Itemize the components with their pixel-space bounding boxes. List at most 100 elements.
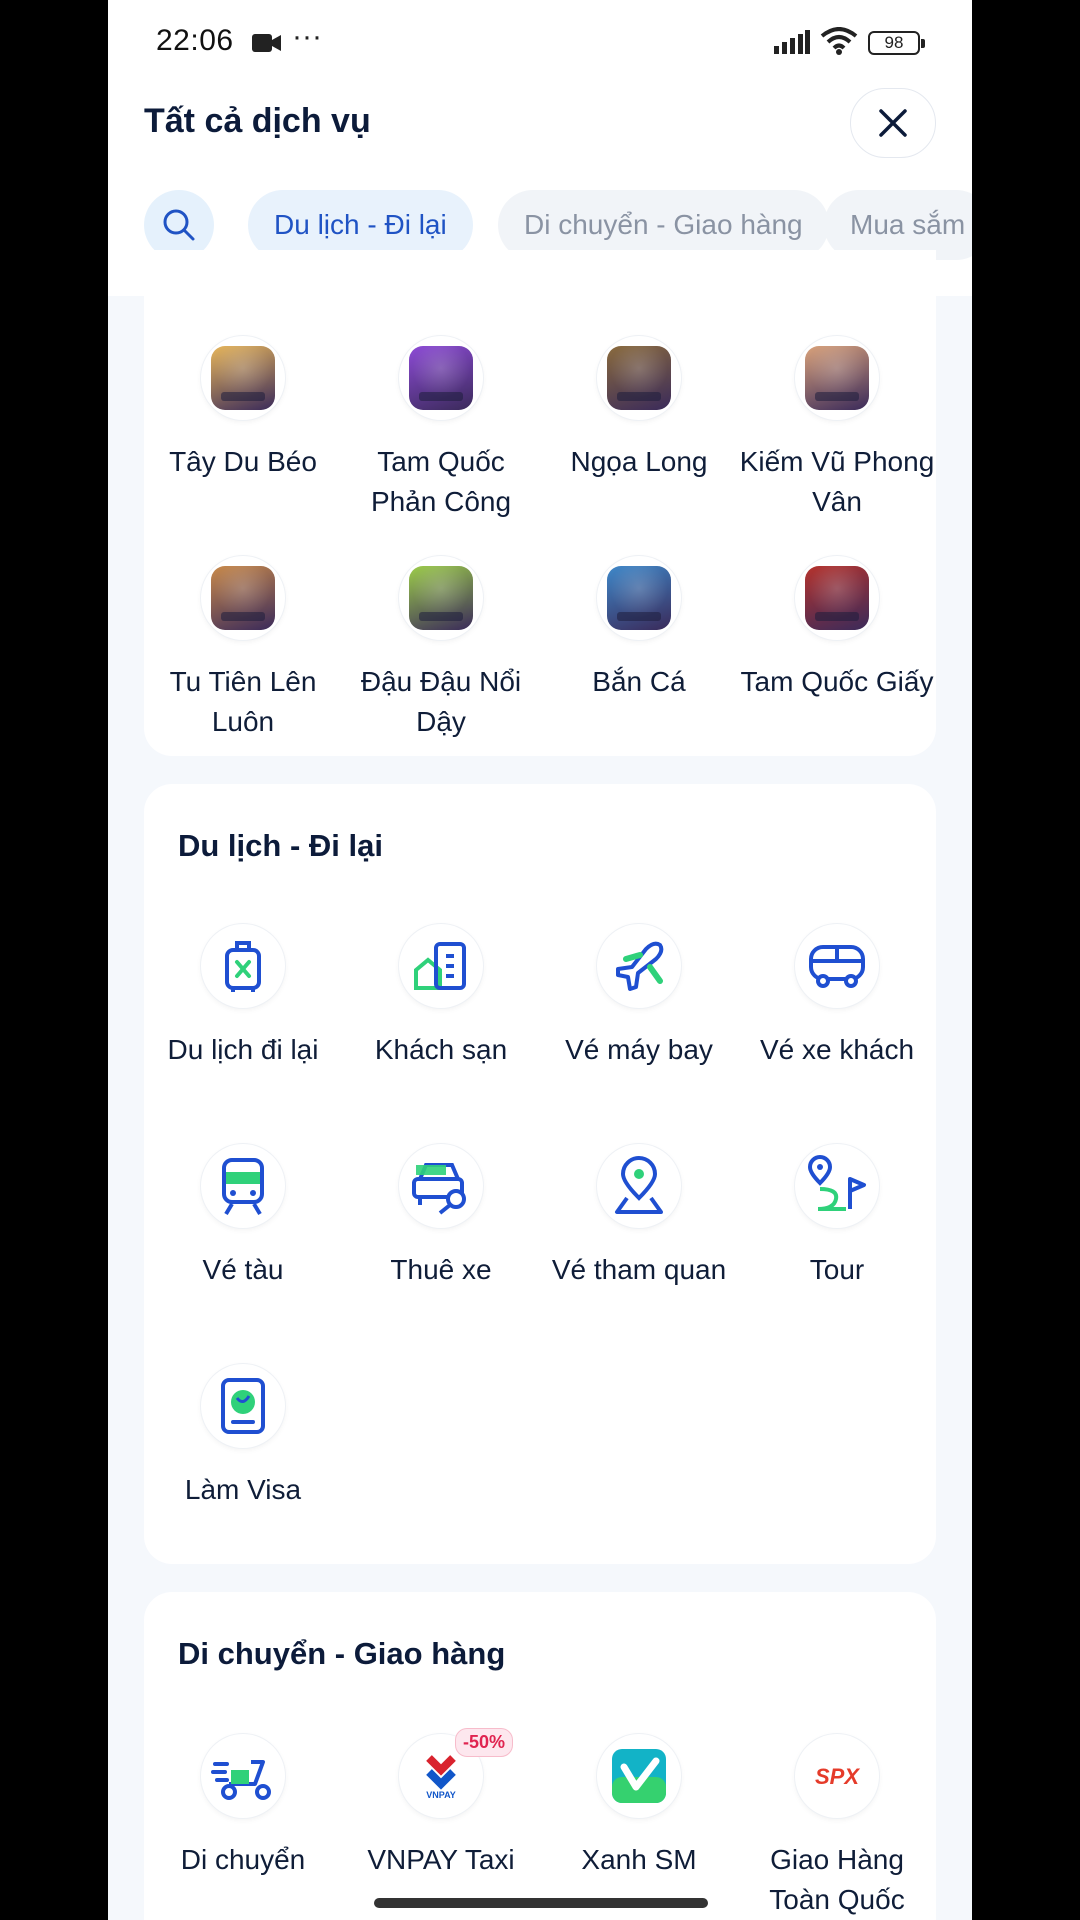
passport-icon <box>217 1376 269 1436</box>
item-label: Vé xe khách <box>759 1034 915 1065</box>
travel-card: Du lịch - Đi lại Du lịch đi lại Khách sạn… <box>144 784 936 1564</box>
spx-logo-text: SPX <box>815 1764 860 1789</box>
service-item-bus[interactable]: Vé xe khách <box>737 924 937 1070</box>
game-ngoa-long-icon <box>607 346 671 410</box>
service-item-spx[interactable]: SPX Giao Hàng Toàn Quốc <box>737 1734 937 1920</box>
tour-route-icon <box>806 1155 868 1217</box>
item-label: Bắn Cá <box>592 666 686 697</box>
spx-logo: SPX <box>807 1756 867 1796</box>
game-item-game-tam-quoc-phan-cong[interactable]: Tam Quốc Phản Công <box>341 336 541 522</box>
item-label: Làm Visa <box>184 1474 302 1505</box>
location-pin-icon <box>613 1156 665 1216</box>
item-label: Vé máy bay <box>565 1034 713 1065</box>
game-item-game-tam-quoc-giay[interactable]: Tam Quốc Giấy <box>737 556 937 702</box>
item-label: Tam Quốc Giấy <box>740 666 934 697</box>
item-label: Ngọa Long <box>570 446 708 477</box>
games-card: Tây Du Béo Tam Quốc Phản Công Ngọa Long Kiế… <box>144 250 936 756</box>
item-label: Đậu Đậu Nổi Dậy <box>360 666 522 737</box>
game-tam-quoc-giay-icon <box>805 566 869 630</box>
service-item-car-rental[interactable]: Thuê xe <box>341 1144 541 1290</box>
item-label: VNPAY Taxi <box>367 1844 515 1875</box>
train-icon-wrap <box>201 1144 285 1228</box>
services-screen: 22:06 ··· 98 Tất cả dịch vụ Du lịch - Đi… <box>108 0 972 1920</box>
status-time: 22:06 <box>156 24 234 57</box>
status-bar: 22:06 ··· 98 <box>108 0 972 86</box>
game-item-game-ban-ca[interactable]: Bắn Cá <box>539 556 739 702</box>
service-item-train[interactable]: Vé tàu <box>143 1144 343 1290</box>
close-icon <box>879 109 907 137</box>
game-item-game-dau-dau-noi-day[interactable]: Đậu Đậu Nổi Dậy <box>341 556 541 742</box>
game-ban-ca-wrap <box>597 556 681 640</box>
section-title-transport: Di chuyển - Giao hàng <box>178 1636 506 1671</box>
discount-badge: -50% <box>454 1728 513 1757</box>
item-label: Vé tham quan <box>551 1254 727 1285</box>
item-label: Tây Du Béo <box>169 446 317 477</box>
service-item-scooter[interactable]: Di chuyển <box>143 1734 343 1880</box>
service-item-location-pin[interactable]: Vé tham quan <box>539 1144 739 1290</box>
luggage-icon <box>219 938 267 994</box>
wifi-icon <box>820 27 858 60</box>
car-rental-icon-wrap <box>399 1144 483 1228</box>
game-dau-dau-noi-day-icon <box>409 566 473 630</box>
game-tay-du-beo-wrap <box>201 336 285 420</box>
car-rental-icon <box>410 1157 472 1215</box>
game-item-game-kiem-vu-phong-van[interactable]: Kiếm Vũ Phong Vân <box>737 336 937 522</box>
spx-logo-wrap: SPX <box>795 1734 879 1818</box>
game-tu-tien-len-luon-icon <box>211 566 275 630</box>
vnpay-taxi-logo: VNPAY <box>413 1750 469 1802</box>
location-pin-icon-wrap <box>597 1144 681 1228</box>
airplane-icon <box>610 937 668 995</box>
xanh-sm-logo-wrap <box>597 1734 681 1818</box>
bus-icon <box>807 941 867 991</box>
game-tay-du-beo-icon <box>211 346 275 410</box>
game-ngoa-long-wrap <box>597 336 681 420</box>
service-item-vnpay-taxi[interactable]: VNPAY -50% VNPAY Taxi <box>341 1728 541 1880</box>
scooter-icon-wrap <box>201 1734 285 1818</box>
home-indicator[interactable] <box>374 1898 708 1908</box>
game-tu-tien-len-luon-wrap <box>201 556 285 640</box>
game-item-game-tay-du-beo[interactable]: Tây Du Béo <box>143 336 343 482</box>
service-item-passport[interactable]: Làm Visa <box>143 1364 343 1510</box>
service-item-airplane[interactable]: Vé máy bay <box>539 924 739 1070</box>
game-ban-ca-icon <box>607 566 671 630</box>
train-icon <box>218 1156 268 1216</box>
battery-level: 98 <box>884 33 904 52</box>
scooter-icon <box>211 1750 275 1802</box>
item-label: Khách sạn <box>374 1034 508 1065</box>
video-camera-icon <box>252 33 282 58</box>
service-item-tour-route[interactable]: Tour <box>737 1144 937 1290</box>
hotel-icon <box>412 940 470 992</box>
game-tam-quoc-giay-wrap <box>795 556 879 640</box>
game-item-game-ngoa-long[interactable]: Ngọa Long <box>539 336 739 482</box>
service-item-xanh-sm[interactable]: Xanh SM <box>539 1734 739 1880</box>
signal-icon <box>774 30 810 59</box>
game-dau-dau-noi-day-wrap <box>399 556 483 640</box>
bus-icon-wrap <box>795 924 879 1008</box>
xanh-sm-logo <box>610 1747 668 1805</box>
passport-icon-wrap <box>201 1364 285 1448</box>
luggage-icon-wrap <box>201 924 285 1008</box>
section-title-travel: Du lịch - Đi lại <box>178 828 383 863</box>
item-label: Di chuyển <box>180 1844 306 1875</box>
transport-card: Di chuyển - Giao hàng Di chuyển VNPAY -50%… <box>144 1592 936 1920</box>
tour-route-icon-wrap <box>795 1144 879 1228</box>
game-item-game-tu-tien-len-luon[interactable]: Tu Tiên Lên Luôn <box>143 556 343 742</box>
item-label: Kiếm Vũ Phong Vân <box>739 446 935 517</box>
item-label: Giao Hàng Toàn Quốc <box>769 1844 905 1915</box>
item-label: Xanh SM <box>581 1844 697 1875</box>
vnpay-taxi-logo-wrap: VNPAY -50% <box>399 1728 513 1818</box>
service-item-hotel[interactable]: Khách sạn <box>341 924 541 1070</box>
item-label: Du lịch đi lại <box>167 1034 319 1065</box>
service-item-luggage[interactable]: Du lịch đi lại <box>143 924 343 1070</box>
page-title: Tất cả dịch vụ <box>144 102 371 140</box>
more-notifications-icon: ··· <box>292 20 322 53</box>
airplane-icon-wrap <box>597 924 681 1008</box>
item-label: Vé tàu <box>202 1254 284 1285</box>
item-label: Tu Tiên Lên Luôn <box>169 666 317 737</box>
hotel-icon-wrap <box>399 924 483 1008</box>
item-label: Tam Quốc Phản Công <box>370 446 512 517</box>
close-button[interactable] <box>850 88 936 158</box>
game-kiem-vu-phong-van-wrap <box>795 336 879 420</box>
item-label: Tour <box>809 1254 865 1285</box>
search-icon <box>163 209 195 241</box>
